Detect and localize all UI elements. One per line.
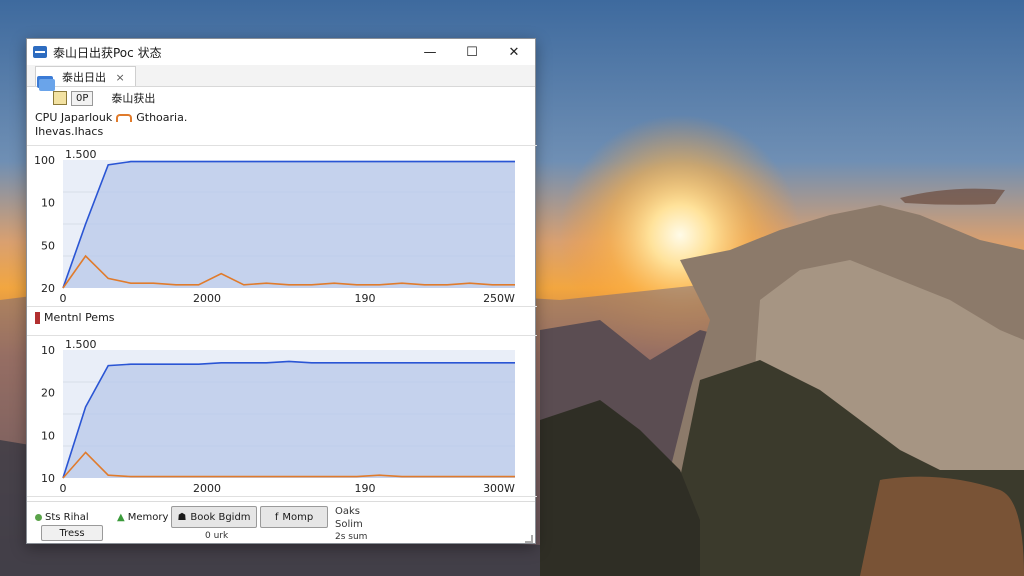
- app-icon: [33, 46, 47, 58]
- memory-x-tick-label: 300W: [483, 482, 515, 495]
- memory-x-tick-label: 2000: [193, 482, 221, 495]
- maximize-button[interactable]: ☐: [451, 39, 493, 65]
- options-box[interactable]: 0P: [71, 90, 94, 106]
- cpu-chart-panel: 100 10 50 20 0 2000 190 250W 1.500: [27, 145, 537, 307]
- status-item-label: Sts Rihal: [45, 512, 89, 523]
- toolbar-label: 泰山获出: [111, 92, 156, 105]
- folder-icon: [37, 76, 55, 91]
- cpu-legend: CPU Japarlouk Gthoaria.: [35, 111, 187, 124]
- memory-y-tick-label: 10: [41, 429, 55, 442]
- cpu-x-tick-label: 250W: [483, 292, 515, 305]
- memory-item[interactable]: ▲ Memory: [117, 512, 168, 523]
- status-dot-icon: [35, 514, 42, 521]
- tress-tab[interactable]: Tress: [41, 525, 103, 541]
- book-button-label: Book Bgidm: [190, 511, 251, 523]
- cpu-y-tick-label: 20: [41, 282, 55, 295]
- memory-x-tick-label: 190: [355, 482, 376, 495]
- close-button[interactable]: ✕: [493, 39, 535, 65]
- f-icon: f: [274, 511, 279, 523]
- memory-legend-label: Mentnl Pems: [44, 311, 115, 324]
- cpu-y-tick-label: 100: [34, 154, 55, 167]
- cpu-x-tick-label: 2000: [193, 292, 221, 305]
- line-legend-icon: [116, 113, 133, 122]
- memory-item-label: Memory: [127, 512, 169, 523]
- memory-button-label: Momp: [282, 511, 314, 523]
- toolbar: 0P 泰山获出: [27, 87, 535, 109]
- cpu-y-tick-label: 10: [41, 197, 55, 210]
- window-title: 泰山日出获Poc 状态: [53, 45, 162, 60]
- memory-x-tick-label: 0: [60, 482, 67, 495]
- memory-y-tick-label: 20: [41, 387, 55, 400]
- memory-chart: 10 20 10 10 0 2000 190 300W 1.500: [41, 338, 515, 495]
- memory-button[interactable]: f Momp: [260, 506, 328, 528]
- memory-series-area: [63, 361, 515, 478]
- tress-tab-label: Tress: [59, 527, 85, 539]
- small-right: 2s sum: [335, 532, 368, 542]
- memory-y-tick-label: 10: [41, 472, 55, 485]
- cpu-y-tick-label: 50: [41, 239, 55, 252]
- cpu-x-tick-label: 190: [355, 292, 376, 305]
- cpu-legend-primary: CPU Japarlouk: [35, 111, 113, 124]
- chart-up-icon: ▲: [117, 512, 125, 523]
- cpu-subtitle: Ihevas.Ihacs: [35, 125, 104, 138]
- title-bar[interactable]: 泰山日出获Poc 状态 — ☐ ✕: [27, 39, 535, 65]
- memory-legend: Mentnl Pems: [35, 311, 115, 324]
- cpu-series-area: [63, 161, 515, 288]
- memory-y-tick-label: 10: [41, 344, 55, 357]
- monitor-window: 泰山日出获Poc 状态 — ☐ ✕ 泰出日出 × 0P 泰山获出 CPU Jap…: [26, 38, 537, 545]
- tab-close-icon[interactable]: ×: [116, 71, 125, 84]
- cpu-legend-secondary: Gthoaria.: [136, 111, 188, 124]
- small-under-book: 0 urk: [205, 531, 229, 541]
- cpu-chart: 100 10 50 20 0 2000 190 250W 1.500: [34, 148, 515, 305]
- tab-strip: 泰出日出 ×: [27, 65, 535, 87]
- resize-grip-icon[interactable]: [525, 535, 533, 543]
- tab-label: 泰出日出: [62, 71, 106, 84]
- cpu-annotation: 1.500: [65, 148, 97, 161]
- minimize-button[interactable]: —: [409, 39, 451, 65]
- status-bar: Sts Rihal ▲ Memory ☗ Book Bgidm f Momp O…: [27, 501, 535, 545]
- book-button[interactable]: ☗ Book Bgidm: [171, 506, 257, 528]
- book-icon: ☗: [177, 511, 187, 523]
- status-item[interactable]: Sts Rihal: [35, 512, 89, 523]
- status-right-bottom: Solim: [335, 519, 363, 530]
- cpu-x-tick-label: 0: [60, 292, 67, 305]
- memory-chart-panel: 10 20 10 10 0 2000 190 300W 1.500: [27, 335, 537, 497]
- status-right-top: Oaks: [335, 506, 360, 517]
- memory-legend-icon: [35, 311, 40, 324]
- memory-annotation: 1.500: [65, 338, 97, 351]
